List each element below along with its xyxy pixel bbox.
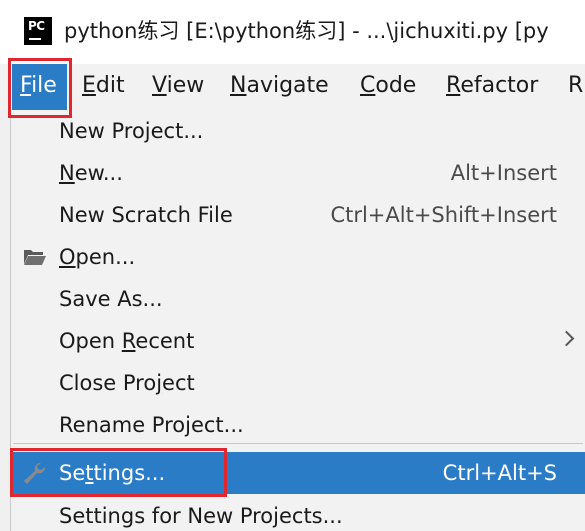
highlight-box-settings — [10, 448, 227, 497]
menu-view[interactable]: View — [152, 64, 204, 110]
pycharm-icon: PC — [24, 17, 52, 45]
menu-navigate-label: avigate — [246, 73, 329, 98]
menu-refactor[interactable]: Refactor — [446, 64, 538, 110]
menu-code-mnemonic: C — [360, 73, 376, 98]
menu-item-new[interactable]: New... Alt+Insert — [11, 152, 585, 194]
folder-open-icon — [24, 250, 46, 265]
menu-item-label: Save As... — [59, 287, 163, 311]
menu-run-label: R — [568, 73, 584, 98]
menu-item-new-project[interactable]: New Project... — [11, 110, 585, 152]
menu-navigate[interactable]: Navigate — [230, 64, 329, 110]
menu-item-label: Open Recent — [59, 329, 195, 353]
menu-navigate-mnemonic: N — [230, 73, 247, 98]
menu-item-close-project[interactable]: Close Project — [11, 362, 585, 404]
highlight-box-file — [8, 58, 72, 118]
menu-item-rename-project[interactable]: Rename Project... — [11, 404, 585, 446]
menu-code[interactable]: Code — [360, 64, 416, 110]
menu-code-label: ode — [375, 73, 417, 98]
menu-refactor-mnemonic: R — [446, 73, 461, 98]
menu-item-shortcut: Ctrl+Alt+Shift+Insert — [330, 203, 557, 227]
menu-edit[interactable]: Edit — [82, 64, 125, 110]
menu-item-open-recent[interactable]: Open Recent — [11, 320, 585, 362]
window-title: python练习 [E:\python练习] - ...\jichuxiti.p… — [64, 19, 549, 43]
title-bar: PC python练习 [E:\python练习] - ...\jichuxit… — [0, 0, 585, 64]
menu-item-label: New... — [59, 161, 123, 185]
menu-edit-label: dit — [95, 73, 125, 98]
menu-view-mnemonic: V — [152, 73, 167, 98]
menu-item-label: Close Project — [59, 371, 195, 395]
menu-edit-mnemonic: E — [82, 73, 96, 98]
menu-run-truncated[interactable]: R — [568, 64, 585, 110]
menu-item-label: New Scratch File — [59, 203, 233, 227]
menu-bar: File Edit View Navigate Code Refactor R — [0, 64, 585, 110]
menu-view-label: iew — [166, 73, 205, 98]
menu-item-label: New Project... — [59, 119, 204, 143]
menu-item-open[interactable]: Open... — [11, 236, 585, 278]
menu-item-new-scratch-file[interactable]: New Scratch File Ctrl+Alt+Shift+Insert — [11, 194, 585, 236]
menu-item-shortcut: Alt+Insert — [450, 161, 557, 185]
app-icon-text: PC — [28, 19, 45, 33]
menu-refactor-label: efactor — [460, 73, 539, 98]
menu-item-label: Open... — [59, 245, 136, 269]
menu-item-label: Settings for New Projects... — [59, 504, 343, 528]
menu-item-shortcut: Ctrl+Alt+S — [442, 461, 557, 485]
chevron-right-icon — [558, 330, 575, 347]
menu-item-settings-for-new-projects[interactable]: Settings for New Projects... — [11, 495, 585, 531]
menu-item-label: Rename Project... — [59, 413, 244, 437]
menu-separator — [13, 443, 583, 444]
menu-item-save-as[interactable]: Save As... — [11, 278, 585, 320]
